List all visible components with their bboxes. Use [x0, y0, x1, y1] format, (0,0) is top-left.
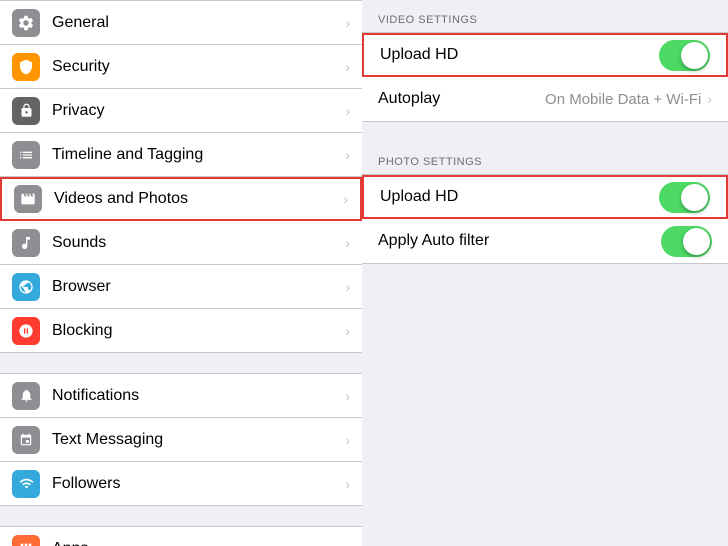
- chevron-icon-security: ›: [345, 59, 350, 75]
- chevron-icon-general: ›: [345, 15, 350, 31]
- sidebar-item-label-notifications: Notifications: [52, 387, 341, 405]
- row-video-autoplay: AutoplayOn Mobile Data + Wi-Fi ›: [362, 77, 728, 121]
- row-photo-upload-hd: Upload HD: [362, 175, 728, 219]
- toggle-photo-auto-filter[interactable]: [661, 226, 712, 257]
- toggle-photo-upload-hd[interactable]: [659, 182, 710, 213]
- sidebar-item-blocking[interactable]: Blocking›: [0, 309, 362, 353]
- sidebar-item-label-security: Security: [52, 58, 341, 76]
- sidebar-item-apps[interactable]: Apps ›: [0, 527, 362, 546]
- row-label-photo-auto-filter: Apply Auto filter: [378, 232, 661, 250]
- chevron-icon-notifications: ›: [345, 388, 350, 404]
- blocking-icon: [12, 317, 40, 345]
- row-video-upload-hd: Upload HD: [362, 33, 728, 77]
- settings-group: Upload HD Apply Auto filter: [362, 174, 728, 264]
- sidebar-item-followers[interactable]: Followers›: [0, 462, 362, 506]
- chevron-icon-timeline: ›: [345, 147, 350, 163]
- sidebar-item-label-followers: Followers: [52, 475, 341, 493]
- row-label-video-upload-hd: Upload HD: [380, 46, 659, 64]
- textmessaging-icon: [12, 426, 40, 454]
- toggle-knob-photo-auto-filter: [683, 228, 710, 255]
- right-panel: VIDEO SETTINGS Upload HD AutoplayOn Mobile…: [362, 0, 728, 546]
- browser-icon: [12, 273, 40, 301]
- sidebar-item-label-privacy: Privacy: [52, 102, 341, 120]
- chevron-icon-blocking: ›: [345, 323, 350, 339]
- section-header: VIDEO SETTINGS: [362, 0, 728, 32]
- sidebar-item-timeline[interactable]: Timeline and Tagging›: [0, 133, 362, 177]
- row-value-video-autoplay: On Mobile Data + Wi-Fi: [545, 91, 701, 108]
- section-spacer: [362, 122, 728, 142]
- chevron-icon-textmessaging: ›: [345, 432, 350, 448]
- sidebar-item-label-sounds: Sounds: [52, 234, 341, 252]
- followers-icon: [12, 470, 40, 498]
- timeline-icon: [12, 141, 40, 169]
- chevron-icon-videos: ›: [343, 191, 348, 207]
- notifications-icon: [12, 382, 40, 410]
- toggle-knob-photo-upload-hd: [681, 184, 708, 211]
- row-label-photo-upload-hd: Upload HD: [380, 188, 659, 206]
- sidebar-item-browser[interactable]: Browser›: [0, 265, 362, 309]
- sidebar-item-textmessaging[interactable]: Text Messaging›: [0, 418, 362, 462]
- sidebar-item-label-browser: Browser: [52, 278, 341, 296]
- chevron-icon-browser: ›: [345, 279, 350, 295]
- security-icon: [12, 53, 40, 81]
- apps-icon: [12, 535, 40, 546]
- divider-1: [0, 353, 362, 373]
- toggle-knob-video-upload-hd: [681, 42, 708, 69]
- settings-list-mid: Notifications›Text Messaging›Followers›: [0, 373, 362, 506]
- row-photo-auto-filter: Apply Auto filter: [362, 219, 728, 263]
- sidebar-item-label-general: General: [52, 14, 341, 32]
- chevron-icon-apps: ›: [345, 541, 350, 546]
- row-chevron-video-autoplay: ›: [707, 91, 712, 107]
- sidebar-item-privacy[interactable]: Privacy›: [0, 89, 362, 133]
- sidebar-item-label-blocking: Blocking: [52, 322, 341, 340]
- sidebar-item-sounds[interactable]: Sounds›: [0, 221, 362, 265]
- sidebar-item-label-videos: Videos and Photos: [54, 190, 339, 208]
- sidebar-item-security[interactable]: Security›: [0, 45, 362, 89]
- sidebar-item-general[interactable]: General›: [0, 1, 362, 45]
- sidebar-item-label-timeline: Timeline and Tagging: [52, 146, 341, 164]
- privacy-icon: [12, 97, 40, 125]
- row-label-video-autoplay: Autoplay: [378, 90, 545, 108]
- settings-list-bot: Apps›Ads›: [0, 526, 362, 546]
- divider-2: [0, 506, 362, 526]
- sidebar-item-notifications[interactable]: Notifications›: [0, 374, 362, 418]
- sidebar-item-label-apps: Apps: [52, 540, 341, 546]
- section-header: PHOTO SETTINGS: [362, 142, 728, 174]
- general-icon: [12, 9, 40, 37]
- sidebar-item-label-textmessaging: Text Messaging: [52, 431, 341, 449]
- sidebar-item-videos[interactable]: Videos and Photos›: [0, 177, 362, 221]
- left-panel: General›Security›Privacy›Timeline and Ta…: [0, 0, 362, 546]
- video-settings-section: VIDEO SETTINGS Upload HD AutoplayOn Mobile…: [362, 0, 728, 122]
- chevron-icon-privacy: ›: [345, 103, 350, 119]
- chevron-icon-followers: ›: [345, 476, 350, 492]
- photo-settings-section: PHOTO SETTINGS Upload HD Apply Auto filter: [362, 142, 728, 264]
- settings-list-top: General›Security›Privacy›Timeline and Ta…: [0, 0, 362, 353]
- sounds-icon: [12, 229, 40, 257]
- settings-group: Upload HD AutoplayOn Mobile Data + Wi-Fi ›: [362, 32, 728, 122]
- toggle-video-upload-hd[interactable]: [659, 40, 710, 71]
- videos-icon: [14, 185, 42, 213]
- chevron-icon-sounds: ›: [345, 235, 350, 251]
